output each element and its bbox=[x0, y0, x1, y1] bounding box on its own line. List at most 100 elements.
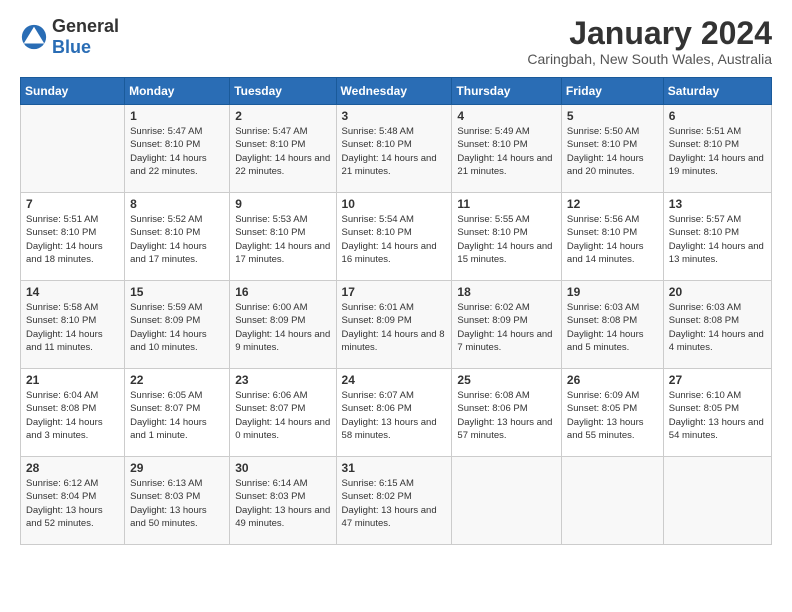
day-info: Sunrise: 6:02 AMSunset: 8:09 PMDaylight:… bbox=[457, 302, 552, 353]
calendar-day-cell: 11 Sunrise: 5:55 AMSunset: 8:10 PMDaylig… bbox=[452, 193, 562, 281]
calendar-day-cell: 19 Sunrise: 6:03 AMSunset: 8:08 PMDaylig… bbox=[561, 281, 663, 369]
calendar-title: January 2024 bbox=[527, 16, 772, 51]
calendar-day-cell: 10 Sunrise: 5:54 AMSunset: 8:10 PMDaylig… bbox=[336, 193, 452, 281]
title-block: January 2024 Caringbah, New South Wales,… bbox=[527, 16, 772, 67]
day-info: Sunrise: 5:59 AMSunset: 8:09 PMDaylight:… bbox=[130, 302, 207, 353]
day-info: Sunrise: 6:03 AMSunset: 8:08 PMDaylight:… bbox=[567, 302, 644, 353]
calendar-day-cell: 26 Sunrise: 6:09 AMSunset: 8:05 PMDaylig… bbox=[561, 369, 663, 457]
calendar-day-cell: 27 Sunrise: 6:10 AMSunset: 8:05 PMDaylig… bbox=[663, 369, 771, 457]
calendar-day-cell: 4 Sunrise: 5:49 AMSunset: 8:10 PMDayligh… bbox=[452, 105, 562, 193]
header-tuesday: Tuesday bbox=[230, 78, 336, 105]
calendar-day-cell: 9 Sunrise: 5:53 AMSunset: 8:10 PMDayligh… bbox=[230, 193, 336, 281]
calendar-day-cell: 24 Sunrise: 6:07 AMSunset: 8:06 PMDaylig… bbox=[336, 369, 452, 457]
day-info: Sunrise: 6:15 AMSunset: 8:02 PMDaylight:… bbox=[342, 478, 437, 529]
calendar-day-cell bbox=[21, 105, 125, 193]
day-info: Sunrise: 5:51 AMSunset: 8:10 PMDaylight:… bbox=[26, 214, 103, 265]
header-sunday: Sunday bbox=[21, 78, 125, 105]
day-info: Sunrise: 6:10 AMSunset: 8:05 PMDaylight:… bbox=[669, 390, 764, 441]
day-info: Sunrise: 5:47 AMSunset: 8:10 PMDaylight:… bbox=[235, 126, 330, 177]
day-info: Sunrise: 6:00 AMSunset: 8:09 PMDaylight:… bbox=[235, 302, 330, 353]
day-number: 7 bbox=[26, 197, 119, 211]
calendar-day-cell bbox=[663, 457, 771, 545]
header-row: Sunday Monday Tuesday Wednesday Thursday… bbox=[21, 78, 772, 105]
calendar-day-cell: 15 Sunrise: 5:59 AMSunset: 8:09 PMDaylig… bbox=[125, 281, 230, 369]
day-number: 20 bbox=[669, 285, 766, 299]
calendar-week-row: 14 Sunrise: 5:58 AMSunset: 8:10 PMDaylig… bbox=[21, 281, 772, 369]
day-info: Sunrise: 5:55 AMSunset: 8:10 PMDaylight:… bbox=[457, 214, 552, 265]
day-number: 21 bbox=[26, 373, 119, 387]
day-number: 23 bbox=[235, 373, 330, 387]
day-number: 16 bbox=[235, 285, 330, 299]
day-info: Sunrise: 5:48 AMSunset: 8:10 PMDaylight:… bbox=[342, 126, 437, 177]
day-info: Sunrise: 6:13 AMSunset: 8:03 PMDaylight:… bbox=[130, 478, 207, 529]
day-info: Sunrise: 6:07 AMSunset: 8:06 PMDaylight:… bbox=[342, 390, 437, 441]
day-number: 4 bbox=[457, 109, 556, 123]
calendar-week-row: 21 Sunrise: 6:04 AMSunset: 8:08 PMDaylig… bbox=[21, 369, 772, 457]
day-number: 11 bbox=[457, 197, 556, 211]
calendar-day-cell: 16 Sunrise: 6:00 AMSunset: 8:09 PMDaylig… bbox=[230, 281, 336, 369]
calendar-day-cell: 30 Sunrise: 6:14 AMSunset: 8:03 PMDaylig… bbox=[230, 457, 336, 545]
calendar-week-row: 1 Sunrise: 5:47 AMSunset: 8:10 PMDayligh… bbox=[21, 105, 772, 193]
header-monday: Monday bbox=[125, 78, 230, 105]
header-thursday: Thursday bbox=[452, 78, 562, 105]
calendar-day-cell: 23 Sunrise: 6:06 AMSunset: 8:07 PMDaylig… bbox=[230, 369, 336, 457]
calendar-week-row: 28 Sunrise: 6:12 AMSunset: 8:04 PMDaylig… bbox=[21, 457, 772, 545]
day-info: Sunrise: 5:50 AMSunset: 8:10 PMDaylight:… bbox=[567, 126, 644, 177]
calendar-day-cell: 2 Sunrise: 5:47 AMSunset: 8:10 PMDayligh… bbox=[230, 105, 336, 193]
day-number: 29 bbox=[130, 461, 224, 475]
calendar-day-cell: 14 Sunrise: 5:58 AMSunset: 8:10 PMDaylig… bbox=[21, 281, 125, 369]
calendar-subtitle: Caringbah, New South Wales, Australia bbox=[527, 51, 772, 67]
day-info: Sunrise: 6:08 AMSunset: 8:06 PMDaylight:… bbox=[457, 390, 552, 441]
day-number: 24 bbox=[342, 373, 447, 387]
calendar-day-cell: 18 Sunrise: 6:02 AMSunset: 8:09 PMDaylig… bbox=[452, 281, 562, 369]
day-number: 27 bbox=[669, 373, 766, 387]
day-number: 15 bbox=[130, 285, 224, 299]
day-number: 6 bbox=[669, 109, 766, 123]
calendar-day-cell: 25 Sunrise: 6:08 AMSunset: 8:06 PMDaylig… bbox=[452, 369, 562, 457]
calendar-body: 1 Sunrise: 5:47 AMSunset: 8:10 PMDayligh… bbox=[21, 105, 772, 545]
day-info: Sunrise: 6:09 AMSunset: 8:05 PMDaylight:… bbox=[567, 390, 644, 441]
calendar-day-cell: 31 Sunrise: 6:15 AMSunset: 8:02 PMDaylig… bbox=[336, 457, 452, 545]
day-number: 28 bbox=[26, 461, 119, 475]
calendar-day-cell: 3 Sunrise: 5:48 AMSunset: 8:10 PMDayligh… bbox=[336, 105, 452, 193]
day-info: Sunrise: 5:57 AMSunset: 8:10 PMDaylight:… bbox=[669, 214, 764, 265]
day-number: 12 bbox=[567, 197, 658, 211]
calendar-day-cell: 5 Sunrise: 5:50 AMSunset: 8:10 PMDayligh… bbox=[561, 105, 663, 193]
calendar-header: Sunday Monday Tuesday Wednesday Thursday… bbox=[21, 78, 772, 105]
header-friday: Friday bbox=[561, 78, 663, 105]
day-info: Sunrise: 6:04 AMSunset: 8:08 PMDaylight:… bbox=[26, 390, 103, 441]
day-number: 14 bbox=[26, 285, 119, 299]
header-saturday: Saturday bbox=[663, 78, 771, 105]
calendar-day-cell: 17 Sunrise: 6:01 AMSunset: 8:09 PMDaylig… bbox=[336, 281, 452, 369]
calendar-day-cell: 13 Sunrise: 5:57 AMSunset: 8:10 PMDaylig… bbox=[663, 193, 771, 281]
day-info: Sunrise: 6:06 AMSunset: 8:07 PMDaylight:… bbox=[235, 390, 330, 441]
day-info: Sunrise: 5:56 AMSunset: 8:10 PMDaylight:… bbox=[567, 214, 644, 265]
day-info: Sunrise: 5:47 AMSunset: 8:10 PMDaylight:… bbox=[130, 126, 207, 177]
day-number: 26 bbox=[567, 373, 658, 387]
day-info: Sunrise: 6:14 AMSunset: 8:03 PMDaylight:… bbox=[235, 478, 330, 529]
calendar-day-cell: 21 Sunrise: 6:04 AMSunset: 8:08 PMDaylig… bbox=[21, 369, 125, 457]
calendar-table: Sunday Monday Tuesday Wednesday Thursday… bbox=[20, 77, 772, 545]
calendar-day-cell: 7 Sunrise: 5:51 AMSunset: 8:10 PMDayligh… bbox=[21, 193, 125, 281]
logo-icon bbox=[20, 23, 48, 51]
day-info: Sunrise: 6:03 AMSunset: 8:08 PMDaylight:… bbox=[669, 302, 764, 353]
day-info: Sunrise: 6:01 AMSunset: 8:09 PMDaylight:… bbox=[342, 302, 445, 353]
day-number: 19 bbox=[567, 285, 658, 299]
day-number: 30 bbox=[235, 461, 330, 475]
calendar-day-cell: 1 Sunrise: 5:47 AMSunset: 8:10 PMDayligh… bbox=[125, 105, 230, 193]
calendar-day-cell bbox=[561, 457, 663, 545]
day-info: Sunrise: 5:58 AMSunset: 8:10 PMDaylight:… bbox=[26, 302, 103, 353]
day-info: Sunrise: 5:49 AMSunset: 8:10 PMDaylight:… bbox=[457, 126, 552, 177]
day-number: 8 bbox=[130, 197, 224, 211]
day-info: Sunrise: 5:52 AMSunset: 8:10 PMDaylight:… bbox=[130, 214, 207, 265]
calendar-day-cell: 22 Sunrise: 6:05 AMSunset: 8:07 PMDaylig… bbox=[125, 369, 230, 457]
day-number: 13 bbox=[669, 197, 766, 211]
day-number: 17 bbox=[342, 285, 447, 299]
calendar-day-cell bbox=[452, 457, 562, 545]
logo: General Blue bbox=[20, 16, 119, 58]
calendar-day-cell: 20 Sunrise: 6:03 AMSunset: 8:08 PMDaylig… bbox=[663, 281, 771, 369]
logo-general: General bbox=[52, 16, 119, 36]
day-info: Sunrise: 6:05 AMSunset: 8:07 PMDaylight:… bbox=[130, 390, 207, 441]
day-info: Sunrise: 6:12 AMSunset: 8:04 PMDaylight:… bbox=[26, 478, 103, 529]
day-number: 2 bbox=[235, 109, 330, 123]
